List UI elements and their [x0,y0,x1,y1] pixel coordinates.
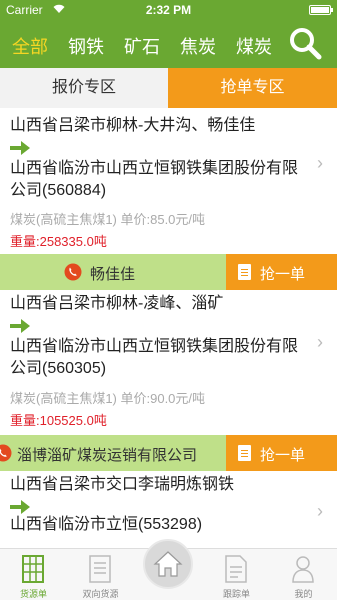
destination-address: 山西省临汾市山西立恒钢铁集团股份有限公司(560305) [10,338,299,377]
phone-icon[interactable] [64,263,82,281]
contact-name[interactable]: 淄博淄矿煤炭运销有限公司 [17,444,197,465]
status-bar: Carrier 2:32 PM [0,0,337,20]
origin-address: 山西省吕梁市柳林-大井沟、畅佳佳 [10,117,256,134]
tracking-document-icon [225,555,247,583]
status-time: 2:32 PM [145,3,192,17]
arrow-right-icon [10,500,30,514]
battery-icon [309,5,333,15]
destination-address: 山西省临汾市山西立恒钢铁集团股份有限公司(560884) [10,160,299,199]
nav-label: 跟踪单 [222,589,250,599]
nav-label: 货源单 [19,589,47,599]
order-card[interactable]: 山西省吕梁市柳林-凌峰、淄矿 山西省临汾市山西立恒钢铁集团股份有限公司(5603… [0,290,337,435]
contact-bar: 畅佳佳 抢一单 [0,254,337,290]
document-icon [238,264,251,280]
chevron-right-icon[interactable]: › [317,332,323,353]
contact-bar: 淄博淄矿煤炭运销有限公司 抢一单 [0,435,337,471]
nav-cargo-list[interactable]: 货源单 [0,549,67,600]
category-coke[interactable]: 焦炭 [180,33,216,59]
origin-address: 山西省吕梁市交口李瑞明炼钢铁 [10,476,235,493]
search-icon[interactable] [287,26,323,62]
destination-address: 山西省临汾市立恒(553298) [10,516,203,533]
category-bar: 全部 钢铁 矿石 焦炭 煤炭 [0,20,337,68]
category-steel[interactable]: 钢铁 [68,33,104,59]
grab-order-label: 抢一单 [260,447,306,464]
nav-label: 我的 [294,589,313,599]
goods-info: 煤炭(高硫主焦煤1) 单价:85.0元/吨 [10,212,206,227]
grab-order-label: 抢一单 [260,266,306,283]
nav-tracking[interactable]: 跟踪单 [203,549,270,600]
grab-order-button[interactable]: 抢一单 [226,254,337,290]
person-icon [292,555,314,583]
home-button[interactable] [143,539,193,589]
contact-name[interactable]: 畅佳佳 [90,263,135,284]
nav-label: 双向货源 [82,589,119,599]
order-card[interactable]: 山西省吕梁市交口李瑞明炼钢铁 山西省临汾市立恒(553298) › [0,471,337,548]
origin-address: 山西省吕梁市柳林-凌峰、淄矿 [10,295,224,312]
document-icon [89,555,111,583]
weight-info: 重量:105525.0吨 [10,413,107,428]
arrow-right-icon [10,319,30,333]
goods-info: 煤炭(高硫主焦煤1) 单价:90.0元/吨 [10,391,206,406]
category-all[interactable]: 全部 [12,33,48,59]
order-card[interactable]: 山西省吕梁市柳林-大井沟、畅佳佳 山西省临汾市山西立恒钢铁集团股份有限公司(56… [0,108,337,254]
document-icon [238,445,251,461]
tab-quote-zone[interactable]: 报价专区 [0,68,168,108]
nav-mine[interactable]: 我的 [270,549,337,600]
zone-tabs: 报价专区 抢单专区 [0,68,337,108]
nav-two-way-cargo[interactable]: 双向货源 [67,549,134,600]
chevron-right-icon[interactable]: › [317,153,323,174]
grid-icon [22,555,44,583]
home-icon [153,549,183,579]
tab-grab-zone[interactable]: 抢单专区 [168,68,337,108]
category-ore[interactable]: 矿石 [124,33,160,59]
grab-order-button[interactable]: 抢一单 [226,435,337,471]
chevron-right-icon[interactable]: › [317,501,323,522]
weight-info: 重量:258335.0吨 [10,234,107,249]
category-coal[interactable]: 煤炭 [236,33,272,59]
arrow-right-icon [10,141,30,155]
phone-icon[interactable] [0,444,12,462]
bottom-nav: 货源单 双向货源 跟踪单 我的 [0,539,337,600]
